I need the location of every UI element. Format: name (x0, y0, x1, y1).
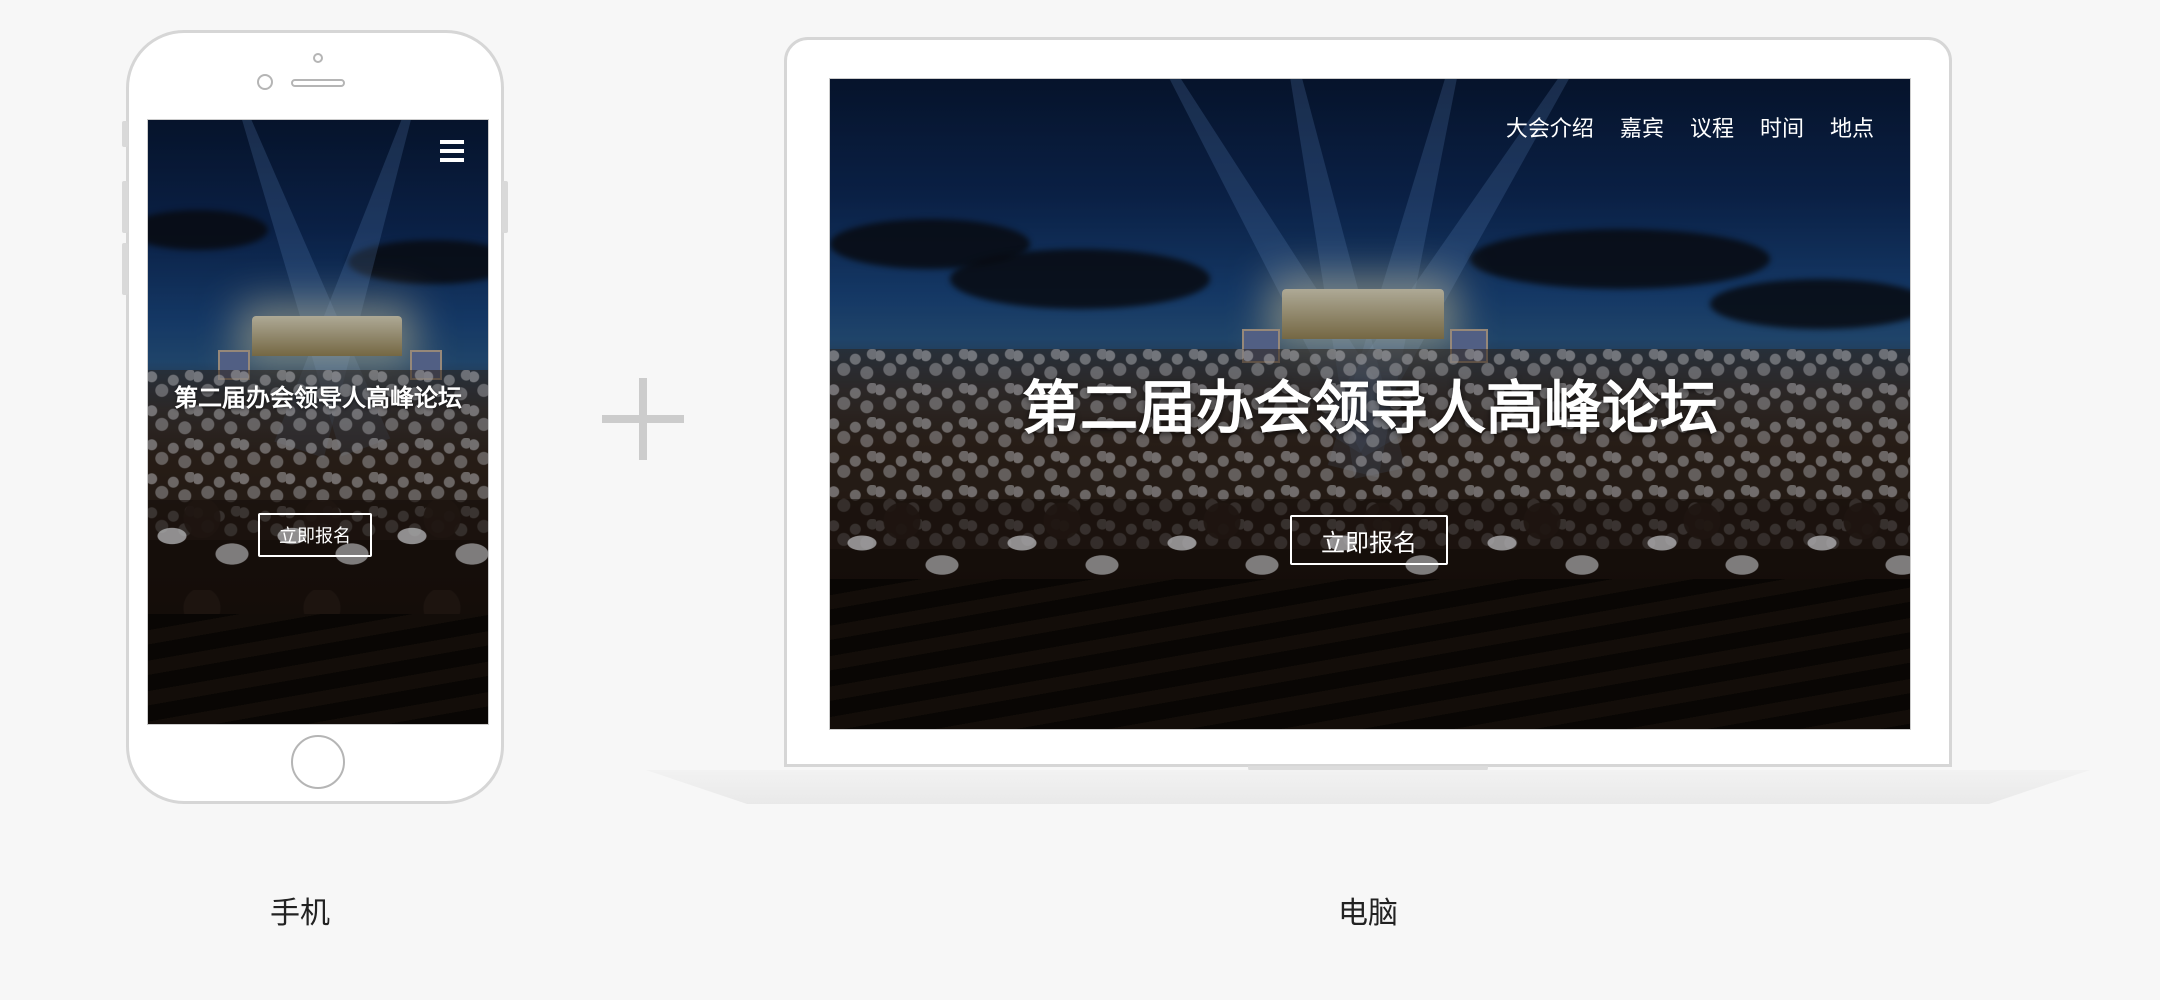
desktop-register-button[interactable]: 立即报名 (1290, 515, 1448, 565)
phone-speaker (291, 79, 345, 87)
phone-mockup: 第二届办会领导人高峰论坛 立即报名 (122, 30, 508, 804)
laptop-mockup: 大会介绍 嘉宾 议程 时间 地点 第二届办会领导人高峰论坛 立即报名 (784, 37, 1952, 767)
phone-camera (257, 74, 273, 90)
mobile-register-button[interactable]: 立即报名 (258, 513, 372, 557)
laptop-base (646, 770, 2090, 804)
nav-item-location[interactable]: 地点 (1830, 111, 1874, 143)
nav-item-guests[interactable]: 嘉宾 (1620, 111, 1664, 143)
phone-sensor (313, 53, 323, 63)
mobile-event-title: 第二届办会领导人高峰论坛 (174, 384, 462, 412)
plus-icon (602, 378, 684, 460)
desktop-caption: 电脑 (1338, 896, 1398, 931)
nav-item-intro[interactable]: 大会介绍 (1506, 111, 1594, 143)
nav-item-agenda[interactable]: 议程 (1690, 111, 1734, 143)
desktop-nav: 大会介绍 嘉宾 议程 时间 地点 (1506, 111, 1874, 143)
phone-volume-down-button (122, 243, 128, 295)
phone-home-button (291, 735, 345, 789)
hamburger-menu-icon[interactable] (440, 140, 464, 162)
phone-side-button (122, 121, 128, 147)
mobile-hero-image: 第二届办会领导人高峰论坛 立即报名 (147, 119, 489, 725)
nav-item-time[interactable]: 时间 (1760, 111, 1804, 143)
desktop-hero-image: 大会介绍 嘉宾 议程 时间 地点 第二届办会领导人高峰论坛 立即报名 (829, 78, 1911, 730)
phone-volume-up-button (122, 181, 128, 233)
mobile-caption: 手机 (270, 896, 330, 931)
desktop-event-title: 第二届办会领导人高峰论坛 (1021, 374, 1718, 442)
phone-power-button (502, 181, 508, 233)
